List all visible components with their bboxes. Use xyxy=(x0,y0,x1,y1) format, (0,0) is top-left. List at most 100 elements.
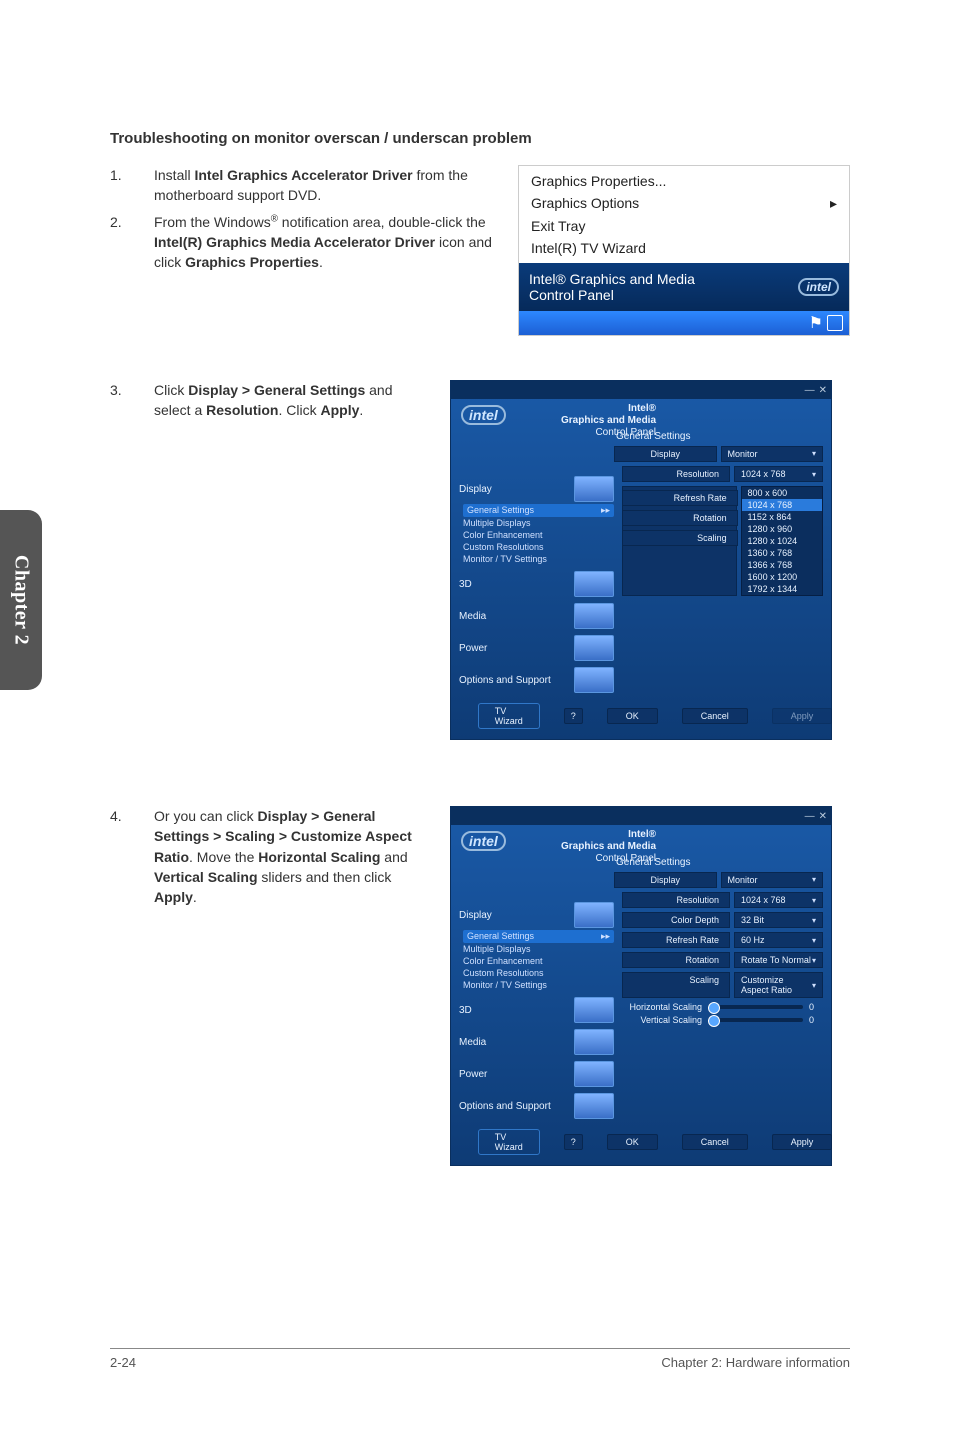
sidebar-subitem[interactable]: Custom Resolutions xyxy=(463,967,614,979)
minimize-icon[interactable]: — xyxy=(805,385,815,396)
dropdown-option[interactable]: 1792 x 1344 xyxy=(742,583,822,595)
cancel-button[interactable]: Cancel xyxy=(682,1134,748,1150)
menu-item[interactable]: Exit Tray xyxy=(523,215,845,237)
intel-logo-icon: intel xyxy=(798,278,839,296)
tab-display[interactable]: Display xyxy=(614,872,717,888)
tab-monitor[interactable]: Monitor▾ xyxy=(721,446,824,462)
sidebar-item-display[interactable]: Display xyxy=(459,902,614,928)
sidebar-item-media[interactable]: Media xyxy=(459,1029,614,1055)
window-controls: — ✕ xyxy=(451,381,831,399)
screenshot-tray-menu: Graphics Properties... Graphics Options▸… xyxy=(518,165,850,336)
apply-button[interactable]: Apply xyxy=(772,708,833,724)
tv-wizard-button[interactable]: TV Wizard xyxy=(478,703,540,729)
chevron-down-icon: ▾ xyxy=(812,470,816,479)
sidebar-item-power[interactable]: Power xyxy=(459,635,614,661)
ok-button[interactable]: OK xyxy=(607,708,658,724)
tray-icon[interactable] xyxy=(827,315,843,331)
ok-button[interactable]: OK xyxy=(607,1134,658,1150)
chevron-down-icon: ▾ xyxy=(812,956,816,965)
sidebar-item-options[interactable]: Options and Support xyxy=(459,1093,614,1119)
field-label: Resolution xyxy=(622,892,730,908)
resolution-select[interactable]: 1024 x 768▾ xyxy=(734,466,823,482)
slider-label: Vertical Scaling xyxy=(622,1015,702,1025)
field-label: Scaling xyxy=(622,972,730,998)
help-button[interactable]: ? xyxy=(564,1134,583,1150)
field-label: Refresh Rate xyxy=(622,490,738,506)
footer-chapter-title: Chapter 2: Hardware information xyxy=(661,1355,850,1370)
arrow-icon: ▸▸ xyxy=(601,505,610,516)
close-icon[interactable]: ✕ xyxy=(819,811,827,822)
sidebar-subitem[interactable]: Custom Resolutions xyxy=(463,541,614,553)
cancel-button[interactable]: Cancel xyxy=(682,708,748,724)
page-footer: 2-24 Chapter 2: Hardware information xyxy=(110,1348,850,1370)
horizontal-scaling-slider[interactable] xyxy=(708,1005,803,1009)
slider-thumb-icon[interactable] xyxy=(708,1015,720,1027)
thumbnail-icon xyxy=(574,603,614,629)
sidebar-item-power[interactable]: Power xyxy=(459,1061,614,1087)
sidebar-subitem[interactable]: Multiple Displays xyxy=(463,943,614,955)
thumbnail-icon xyxy=(574,635,614,661)
color-depth-select[interactable]: 32 Bit▾ xyxy=(734,912,823,928)
chevron-down-icon: ▾ xyxy=(812,981,816,990)
dropdown-option[interactable]: 1600 x 1200 xyxy=(742,571,822,583)
field-label: Rotation xyxy=(622,952,730,968)
slider-value: 0 xyxy=(809,1015,823,1025)
arrow-icon: ▸▸ xyxy=(601,931,610,942)
thumbnail-icon xyxy=(574,997,614,1023)
panel-tooltip: Intel® Graphics and Media Control Panel … xyxy=(519,263,849,311)
refresh-rate-select[interactable]: 60 Hz▾ xyxy=(734,932,823,948)
sidebar-subitem[interactable]: Color Enhancement xyxy=(463,955,614,967)
slider-value: 0 xyxy=(809,1002,823,1012)
chevron-down-icon: ▾ xyxy=(812,936,816,945)
tab-display[interactable]: Display xyxy=(614,446,717,462)
dropdown-option[interactable]: 1366 x 768 xyxy=(742,559,822,571)
sidebar-subitem[interactable]: Monitor / TV Settings xyxy=(463,553,614,565)
panel-tooltip-label: Intel® Graphics and Media Control Panel xyxy=(529,271,739,303)
sidebar: Display General Settings▸▸ Multiple Disp… xyxy=(451,892,614,1123)
step-number: 4. xyxy=(110,806,154,907)
resolution-select[interactable]: 1024 x 768▾ xyxy=(734,892,823,908)
sidebar-item-3d[interactable]: 3D xyxy=(459,571,614,597)
intel-logo-icon: intel xyxy=(461,831,506,851)
tv-wizard-button[interactable]: TV Wizard xyxy=(478,1129,540,1155)
menu-item[interactable]: Intel(R) TV Wizard xyxy=(523,237,845,259)
dropdown-option[interactable]: 1360 x 768 xyxy=(742,547,822,559)
close-icon[interactable]: ✕ xyxy=(819,385,827,396)
minimize-icon[interactable]: — xyxy=(805,811,815,822)
sidebar-subitem[interactable]: Multiple Displays xyxy=(463,517,614,529)
step-text: Click Display > General Settings and sel… xyxy=(154,380,430,421)
sidebar-subitem[interactable]: Color Enhancement xyxy=(463,529,614,541)
step-text: From the Windows® notification area, dou… xyxy=(154,212,498,273)
tab-monitor[interactable]: Monitor▾ xyxy=(721,872,824,888)
sidebar-item-options[interactable]: Options and Support xyxy=(459,667,614,693)
thumbnail-icon xyxy=(574,902,614,928)
slider-thumb-icon[interactable] xyxy=(708,1002,720,1014)
menu-item[interactable]: Graphics Options▸ xyxy=(523,192,845,215)
sidebar-item-media[interactable]: Media xyxy=(459,603,614,629)
step-text: Install Intel Graphics Accelerator Drive… xyxy=(154,165,498,206)
step-number: 3. xyxy=(110,380,154,421)
field-label: Refresh Rate xyxy=(622,932,730,948)
system-tray: ⚑ xyxy=(519,311,849,335)
field-label: Scaling xyxy=(622,530,738,546)
rotation-select[interactable]: Rotate To Normal▾ xyxy=(734,952,823,968)
sidebar-item-display[interactable]: Display xyxy=(459,476,614,502)
menu-item[interactable]: Graphics Properties... xyxy=(523,170,845,192)
chevron-down-icon: ▾ xyxy=(812,875,816,885)
field-label: Rotation xyxy=(622,510,738,526)
sidebar-subitem[interactable]: General Settings▸▸ xyxy=(463,504,614,517)
sidebar-subitem[interactable]: General Settings▸▸ xyxy=(463,930,614,943)
step-text: Or you can click Display > General Setti… xyxy=(154,806,430,907)
vertical-scaling-slider[interactable] xyxy=(708,1018,803,1022)
sidebar-subitem[interactable]: Monitor / TV Settings xyxy=(463,979,614,991)
screenshot-control-panel-resolution: — ✕ intel General Settings Display Monit… xyxy=(450,380,832,740)
flag-icon: ⚑ xyxy=(809,313,823,333)
sidebar: Display General Settings▸▸ Multiple Disp… xyxy=(451,466,614,697)
chevron-down-icon: ▾ xyxy=(812,449,816,459)
thumbnail-icon xyxy=(574,476,614,502)
help-button[interactable]: ? xyxy=(564,708,583,724)
sidebar-item-3d[interactable]: 3D xyxy=(459,997,614,1023)
scaling-select[interactable]: Customize Aspect Ratio▾ xyxy=(734,972,823,998)
apply-button[interactable]: Apply xyxy=(772,1134,833,1150)
thumbnail-icon xyxy=(574,571,614,597)
